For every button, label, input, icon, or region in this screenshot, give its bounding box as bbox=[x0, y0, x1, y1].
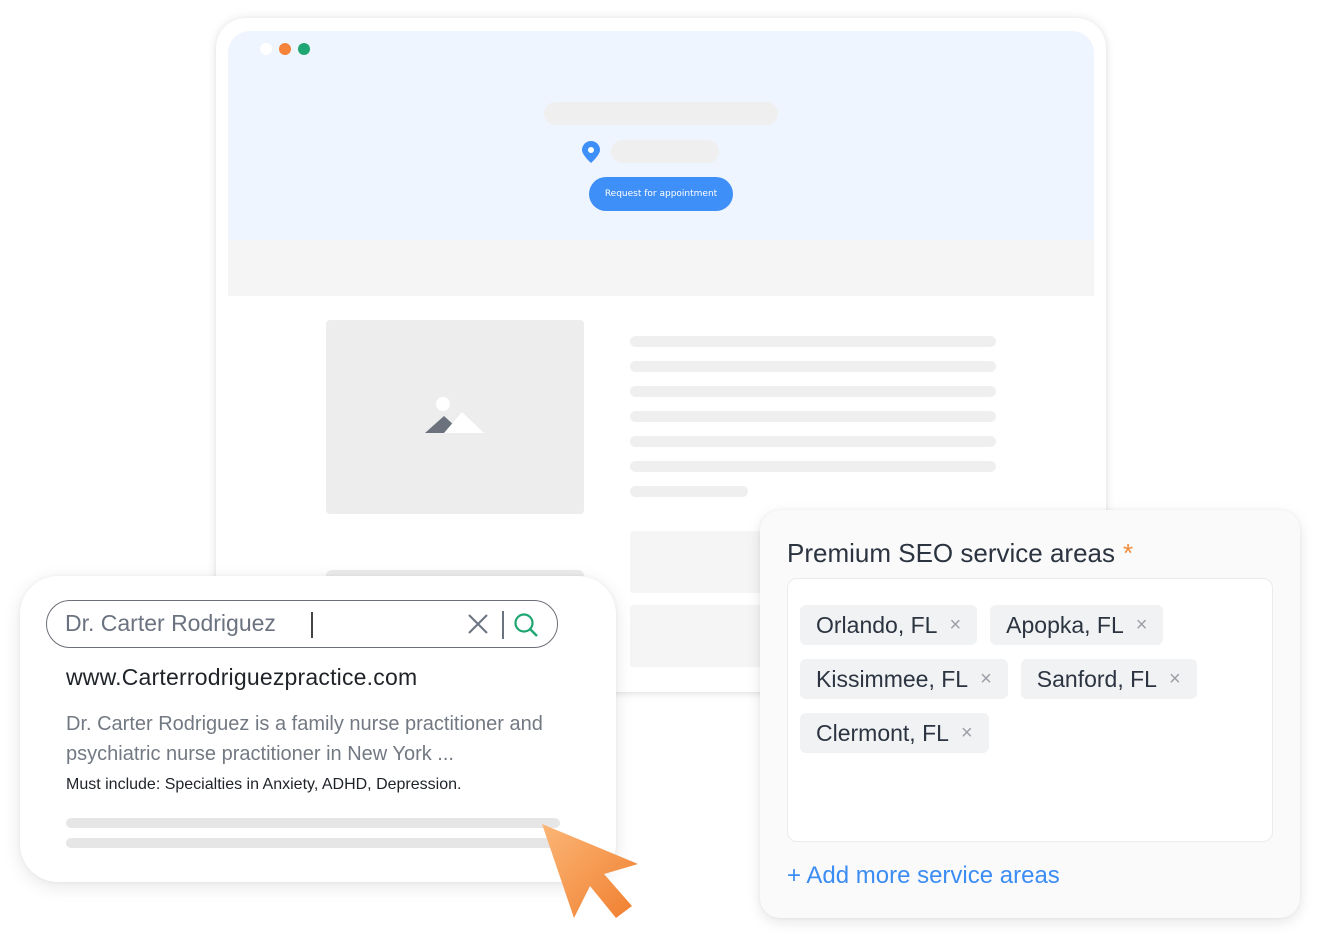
add-service-areas-link[interactable]: + Add more service areas bbox=[787, 862, 1060, 890]
skeleton-line bbox=[630, 486, 748, 497]
remove-tag-icon[interactable]: × bbox=[961, 722, 973, 745]
service-area-tag: Orlando, FL × bbox=[800, 605, 978, 645]
window-maximize-dot[interactable] bbox=[298, 43, 310, 55]
remove-tag-icon[interactable]: × bbox=[1136, 614, 1148, 637]
skeleton-block bbox=[630, 531, 770, 593]
search-icon[interactable] bbox=[513, 612, 539, 638]
window-controls bbox=[260, 43, 310, 55]
result-url[interactable]: www.Carterrodriguezpractice.com bbox=[66, 664, 417, 691]
image-icon bbox=[425, 397, 484, 433]
clear-icon[interactable] bbox=[467, 613, 489, 635]
skeleton-line bbox=[630, 386, 996, 397]
remove-tag-icon[interactable]: × bbox=[949, 614, 961, 637]
service-areas-card: Premium SEO service areas * Orlando, FL × … bbox=[760, 510, 1300, 918]
location-pin-icon bbox=[582, 141, 600, 163]
service-area-tag: Apopka, FL × bbox=[990, 605, 1164, 645]
window-minimize-dot[interactable] bbox=[279, 43, 291, 55]
search-divider bbox=[502, 611, 504, 639]
result-note: Must include: Specialties in Anxiety, AD… bbox=[66, 776, 462, 793]
skeleton-line bbox=[630, 336, 996, 347]
skeleton-line bbox=[66, 818, 560, 828]
service-area-tag: Clermont, FL × bbox=[800, 713, 989, 753]
text-caret bbox=[311, 612, 313, 638]
search-input[interactable] bbox=[65, 601, 405, 646]
mouse-cursor-icon bbox=[542, 824, 638, 918]
hero-section: Request for appointment bbox=[228, 31, 1094, 240]
title-text: Premium SEO service areas bbox=[787, 538, 1115, 568]
remove-tag-icon[interactable]: × bbox=[980, 668, 992, 691]
search-bar bbox=[46, 600, 558, 648]
skeleton-block bbox=[630, 605, 770, 667]
tag-list: Orlando, FL × Apopka, FL × Kissimmee, FL × … bbox=[800, 605, 1270, 753]
tag-label: Apopka, FL bbox=[1006, 611, 1124, 638]
skeleton-location bbox=[611, 140, 719, 163]
service-areas-title: Premium SEO service areas * bbox=[787, 538, 1133, 569]
skeleton-line bbox=[630, 436, 996, 447]
required-marker: * bbox=[1122, 538, 1134, 568]
skeleton-line bbox=[66, 838, 560, 848]
request-appointment-button[interactable]: Request for appointment bbox=[589, 177, 733, 211]
image-placeholder bbox=[326, 320, 584, 514]
skeleton-text-lines bbox=[630, 336, 996, 511]
service-areas-input[interactable]: Orlando, FL × Apopka, FL × Kissimmee, FL × … bbox=[787, 578, 1273, 842]
tag-label: Kissimmee, FL bbox=[816, 665, 969, 692]
skeleton-title bbox=[544, 102, 778, 125]
tag-label: Clermont, FL bbox=[816, 719, 949, 746]
skeleton-line bbox=[630, 361, 996, 372]
skeleton-band bbox=[228, 240, 1094, 296]
result-description: Dr. Carter Rodriguez is a family nurse p… bbox=[66, 713, 543, 765]
service-area-tag: Sanford, FL × bbox=[1020, 659, 1197, 699]
tag-label: Sanford, FL bbox=[1036, 665, 1157, 692]
skeleton-line bbox=[630, 411, 996, 422]
skeleton-line bbox=[630, 461, 996, 472]
window-close-dot[interactable] bbox=[260, 43, 272, 55]
tag-label: Orlando, FL bbox=[816, 611, 938, 638]
remove-tag-icon[interactable]: × bbox=[1169, 668, 1181, 691]
search-result-card: www.Carterrodriguezpractice.com Dr. Cart… bbox=[20, 576, 616, 882]
service-area-tag: Kissimmee, FL × bbox=[800, 659, 1008, 699]
